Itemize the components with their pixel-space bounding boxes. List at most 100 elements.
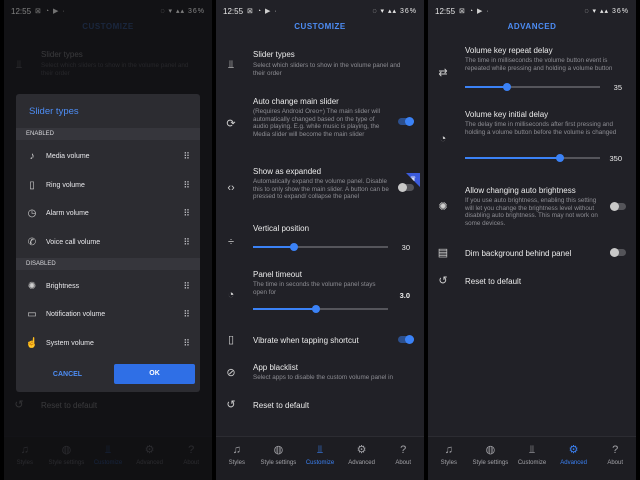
tune-icon: ⫫ <box>316 444 324 456</box>
vibrate-setting[interactable]: ▯ Vibrate when tapping shortcut <box>216 333 424 349</box>
slider-types-dialog: Slider types ENABLED ♪ Media volume ⠿ ▯ … <box>16 94 200 392</box>
list-item-media-volume[interactable]: ♪ Media volume ⠿ <box>16 145 200 169</box>
ok-button[interactable]: OK <box>114 364 195 384</box>
slider-thumb[interactable] <box>555 154 564 162</box>
show-expanded-setting[interactable]: ‹› Show as expanded Automatically expand… <box>216 167 424 215</box>
status-battery: 36% <box>399 7 417 15</box>
screen-advanced: 12:55 ⊠ ◔ ▶ · ◌ ▾ ▴▴ 36% ADVANCED ⇄ Volu… <box>428 0 636 480</box>
list-item-ring-volume[interactable]: ▯ Ring volume ⠿ <box>16 174 200 198</box>
restore-icon: ↺ <box>226 399 236 411</box>
list-item-brightness[interactable]: ✺ Brightness ⠿ <box>16 275 200 299</box>
list-item-label: Media volume <box>46 153 90 160</box>
auto-brightness-setting[interactable]: ✺ Allow changing auto brightness If you … <box>428 186 636 230</box>
repeat-icon: ⇄ <box>438 67 448 79</box>
nav-style-settings[interactable]: ◍ Style settings <box>470 437 512 480</box>
setting-title: Allow changing auto brightness <box>465 186 576 195</box>
list-item-voice-call-volume[interactable]: ✆ Voice call volume ⠿ <box>16 231 200 255</box>
drag-handle-icon[interactable]: ⠿ <box>183 237 190 247</box>
slider-value: 30 <box>401 243 410 252</box>
dim-background-toggle[interactable] <box>610 248 626 257</box>
slider-value: 350 <box>609 154 622 163</box>
tune-icon: ⫫ <box>227 59 235 71</box>
auto-change-toggle[interactable] <box>398 117 414 126</box>
expand-icon: ‹› <box>227 182 235 194</box>
repeat-delay-slider[interactable] <box>465 83 600 91</box>
disabled-section-header: DISABLED <box>16 258 200 270</box>
bell-icon: ♫ <box>444 444 453 456</box>
drag-handle-icon[interactable]: ⠿ <box>183 180 190 190</box>
dim-icon: ▤ <box>437 247 449 259</box>
restore-icon: ↺ <box>438 275 448 287</box>
dim-background-setting[interactable]: ▤ Dim background behind panel <box>428 246 636 262</box>
vibrate-icon: ▯ <box>227 334 235 346</box>
list-item-alarm-volume[interactable]: ◷ Alarm volume ⠿ <box>16 202 200 226</box>
panel-timeout-slider[interactable] <box>253 305 388 313</box>
initial-delay-setting: ◔ Volume key initial delay The delay tim… <box>428 110 636 164</box>
help-icon: ? <box>612 444 619 456</box>
status-signal-icons: ◌ ▾ ▴▴ <box>372 8 397 15</box>
slider-thumb[interactable] <box>289 243 298 251</box>
setting-description: Automatically expand the volume panel. D… <box>253 178 389 201</box>
setting-title: Vertical position <box>253 224 310 233</box>
setting-description: The time in milliseconds the volume butt… <box>465 57 613 72</box>
show-expanded-toggle[interactable] <box>398 183 414 192</box>
bell-icon: ♫ <box>232 444 241 456</box>
setting-title: Panel timeout <box>253 270 302 279</box>
screen-customize: 12:55 ⊠ ◔ ▶ · ◌ ▾ ▴▴ 36% CUSTOMIZE ⫫ Sli… <box>216 0 424 480</box>
status-notification-icons: ⊠ ◔ ▶ · <box>247 8 278 15</box>
setting-title: Reset to default <box>465 277 522 286</box>
setting-description: If you use auto brightness, enabling thi… <box>465 197 598 227</box>
nav-about[interactable]: ? About <box>382 437 424 480</box>
slider-thumb[interactable] <box>502 83 511 91</box>
nav-customize[interactable]: ⫫ Customize <box>511 437 553 480</box>
status-time: 12:55 <box>435 6 456 16</box>
page-title: ADVANCED <box>507 22 557 31</box>
list-item-label: Brightness <box>46 283 80 290</box>
reset-to-default[interactable]: ↺ Reset to default <box>428 274 636 290</box>
repeat-delay-setting: ⇄ Volume key repeat delay The time in mi… <box>428 46 636 92</box>
drag-handle-icon[interactable]: ⠿ <box>183 208 190 218</box>
brightness-icon: ✺ <box>438 201 448 213</box>
app-blacklist-setting[interactable]: ⊘ App blacklist Select apps to disable t… <box>216 363 424 385</box>
drag-handle-icon[interactable]: ⠿ <box>183 151 190 161</box>
nav-advanced[interactable]: ⚙ Advanced <box>341 437 383 480</box>
gear-icon: ⚙ <box>356 444 367 456</box>
list-item-label: Voice call volume <box>46 239 101 246</box>
page-title: CUSTOMIZE <box>294 22 346 31</box>
enabled-section-header: ENABLED <box>16 128 200 140</box>
nav-about[interactable]: ? About <box>594 437 636 480</box>
vibrate-toggle[interactable] <box>398 335 414 344</box>
block-icon: ⊘ <box>226 367 236 379</box>
reset-to-default[interactable]: ↺ Reset to default <box>216 398 424 414</box>
drag-handle-icon[interactable]: ⠿ <box>183 309 190 319</box>
setting-description: The time in seconds the volume panel sta… <box>253 281 376 296</box>
phone-icon: ✆ <box>27 237 37 248</box>
nav-customize[interactable]: ⫫ Customize <box>299 437 341 480</box>
cancel-button[interactable]: CANCEL <box>40 368 95 382</box>
setting-title: Show as expanded <box>253 167 322 176</box>
initial-delay-slider[interactable] <box>465 154 600 162</box>
status-bar: 12:55 ⊠ ◔ ▶ · ◌ ▾ ▴▴ 36% <box>216 0 424 22</box>
status-signal-icons: ◌ ▾ ▴▴ <box>584 8 609 15</box>
nav-styles[interactable]: ♫ Styles <box>428 437 470 480</box>
list-item-system-volume[interactable]: ☝ System volume ⠿ <box>16 332 200 356</box>
list-item-notification-volume[interactable]: ▭ Notification volume ⠿ <box>16 303 200 327</box>
auto-change-setting[interactable]: ⟳ Auto change main slider (Requires Andr… <box>216 97 424 159</box>
setting-description: (Requires Android Oreo+) The main slider… <box>253 108 381 138</box>
nav-styles[interactable]: ♫ Styles <box>216 437 258 480</box>
nav-style-settings[interactable]: ◍ Style settings <box>258 437 300 480</box>
setting-description: Select which sliders to show in the volu… <box>253 62 401 77</box>
vertical-position-slider[interactable] <box>253 243 388 251</box>
auto-brightness-toggle[interactable] <box>610 202 626 211</box>
setting-title: Slider types <box>253 50 295 59</box>
setting-title: Reset to default <box>253 401 310 410</box>
nav-advanced[interactable]: ⚙ Advanced <box>553 437 595 480</box>
status-time: 12:55 <box>223 6 244 16</box>
slider-types-setting[interactable]: ⫫ Slider types Select which sliders to s… <box>216 50 424 80</box>
gear-icon: ⚙ <box>568 444 579 456</box>
list-item-label: Ring volume <box>46 182 85 189</box>
drag-handle-icon[interactable]: ⠿ <box>183 281 190 291</box>
drag-handle-icon[interactable]: ⠿ <box>183 338 190 348</box>
status-battery: 36% <box>611 7 629 15</box>
slider-thumb[interactable] <box>312 305 321 313</box>
